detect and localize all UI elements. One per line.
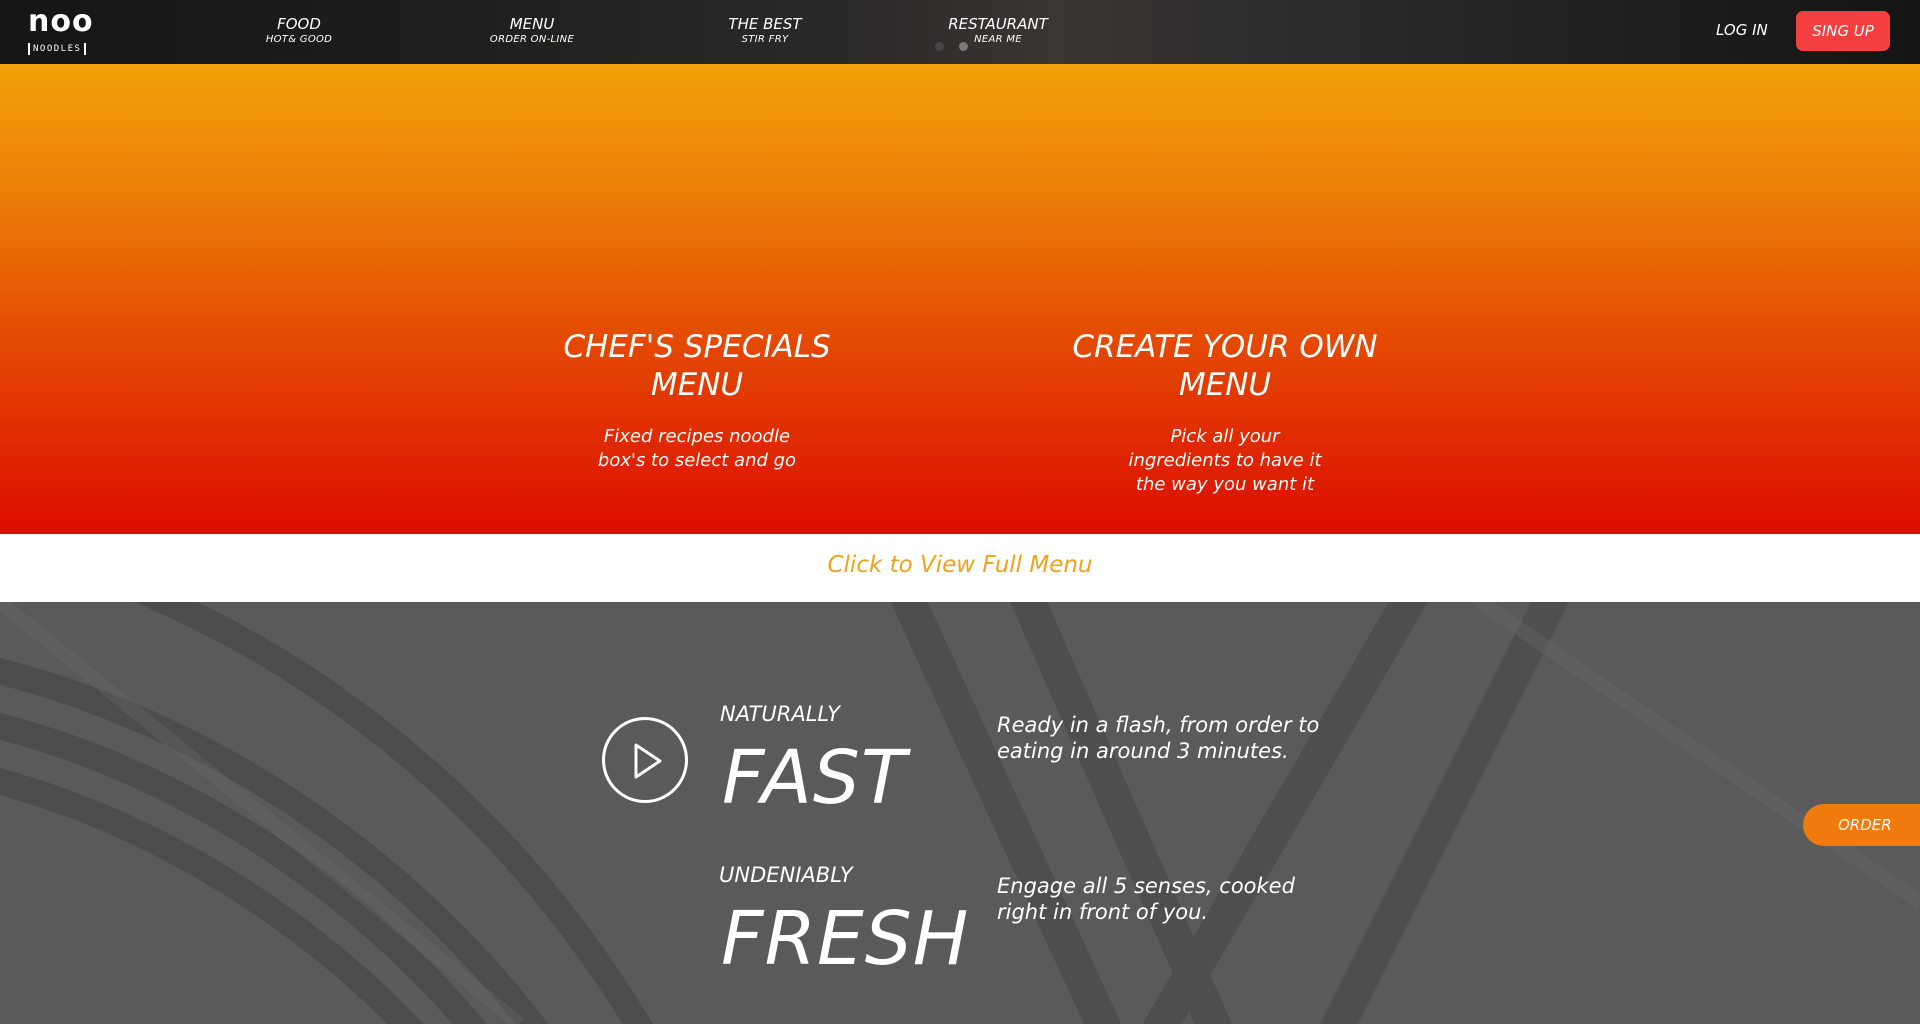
- play-icon: [634, 743, 662, 779]
- nav-best-title: THE BEST: [728, 15, 802, 33]
- login-link[interactable]: LOG IN: [1716, 21, 1768, 39]
- feature-fast-description: Ready in a flash, from order to eating i…: [997, 713, 1320, 763]
- feature-fresh-lead: UNDENIABLY: [719, 863, 853, 887]
- nav-item-the-best[interactable]: THE BEST STIR FRY: [675, 15, 855, 46]
- signup-button[interactable]: SING UP: [1796, 11, 1890, 51]
- nav-restaurant-title: RESTAURANT: [948, 15, 1048, 33]
- nav-menu-subtitle: ORDER ON-LINE: [489, 34, 575, 45]
- nav-best-subtitle: STIR FRY: [741, 34, 789, 45]
- feature-fresh-description: Engage all 5 senses, cooked right in fro…: [997, 874, 1295, 924]
- features-section: NATURALLY FAST Ready in a flash, from or…: [0, 602, 1920, 1024]
- slider-dots: [935, 36, 978, 55]
- nav-food-title: FOOD: [277, 15, 321, 33]
- feature-fast-heading: FAST: [722, 735, 908, 821]
- nav-item-food[interactable]: FOOD HOT& GOOD: [209, 15, 389, 46]
- create-your-own-card[interactable]: CREATE YOUR OWN MENU Pick all your ingre…: [1045, 328, 1405, 497]
- full-menu-strip: Click to View Full Menu: [0, 534, 1920, 602]
- slider-dot-2[interactable]: [959, 42, 969, 51]
- noo-noodles-logo[interactable]: noo NOODLES: [28, 4, 94, 56]
- feature-fresh-heading: FRESH: [721, 896, 970, 982]
- menu-options-hero: CHEF'S SPECIALS MENU Fixed recipes noodl…: [0, 64, 1920, 534]
- chefs-specials-title: CHEF'S SPECIALS MENU: [563, 329, 831, 403]
- logo-subtitle: NOODLES: [28, 43, 87, 55]
- top-navigation-bar: noo NOODLES FOOD HOT& GOOD MENU ORDER ON…: [0, 0, 1920, 64]
- chefs-specials-card[interactable]: CHEF'S SPECIALS MENU Fixed recipes noodl…: [517, 328, 877, 473]
- nav-menu-title: MENU: [509, 15, 555, 33]
- nav-item-menu[interactable]: MENU ORDER ON-LINE: [442, 15, 622, 46]
- view-full-menu-link[interactable]: Click to View Full Menu: [827, 552, 1092, 578]
- feature-fast-lead: NATURALLY: [720, 702, 840, 726]
- play-video-button[interactable]: [602, 717, 688, 803]
- create-your-own-title: CREATE YOUR OWN MENU: [1072, 329, 1378, 403]
- chefs-specials-description: Fixed recipes noodle box's to select and…: [597, 426, 797, 471]
- create-your-own-description: Pick all your ingredients to have it the…: [1128, 426, 1322, 495]
- slider-dot-1[interactable]: [935, 42, 944, 51]
- logo-wordmark: noo: [28, 4, 94, 39]
- nav-food-subtitle: HOT& GOOD: [265, 34, 333, 45]
- order-button[interactable]: ORDER: [1803, 804, 1920, 846]
